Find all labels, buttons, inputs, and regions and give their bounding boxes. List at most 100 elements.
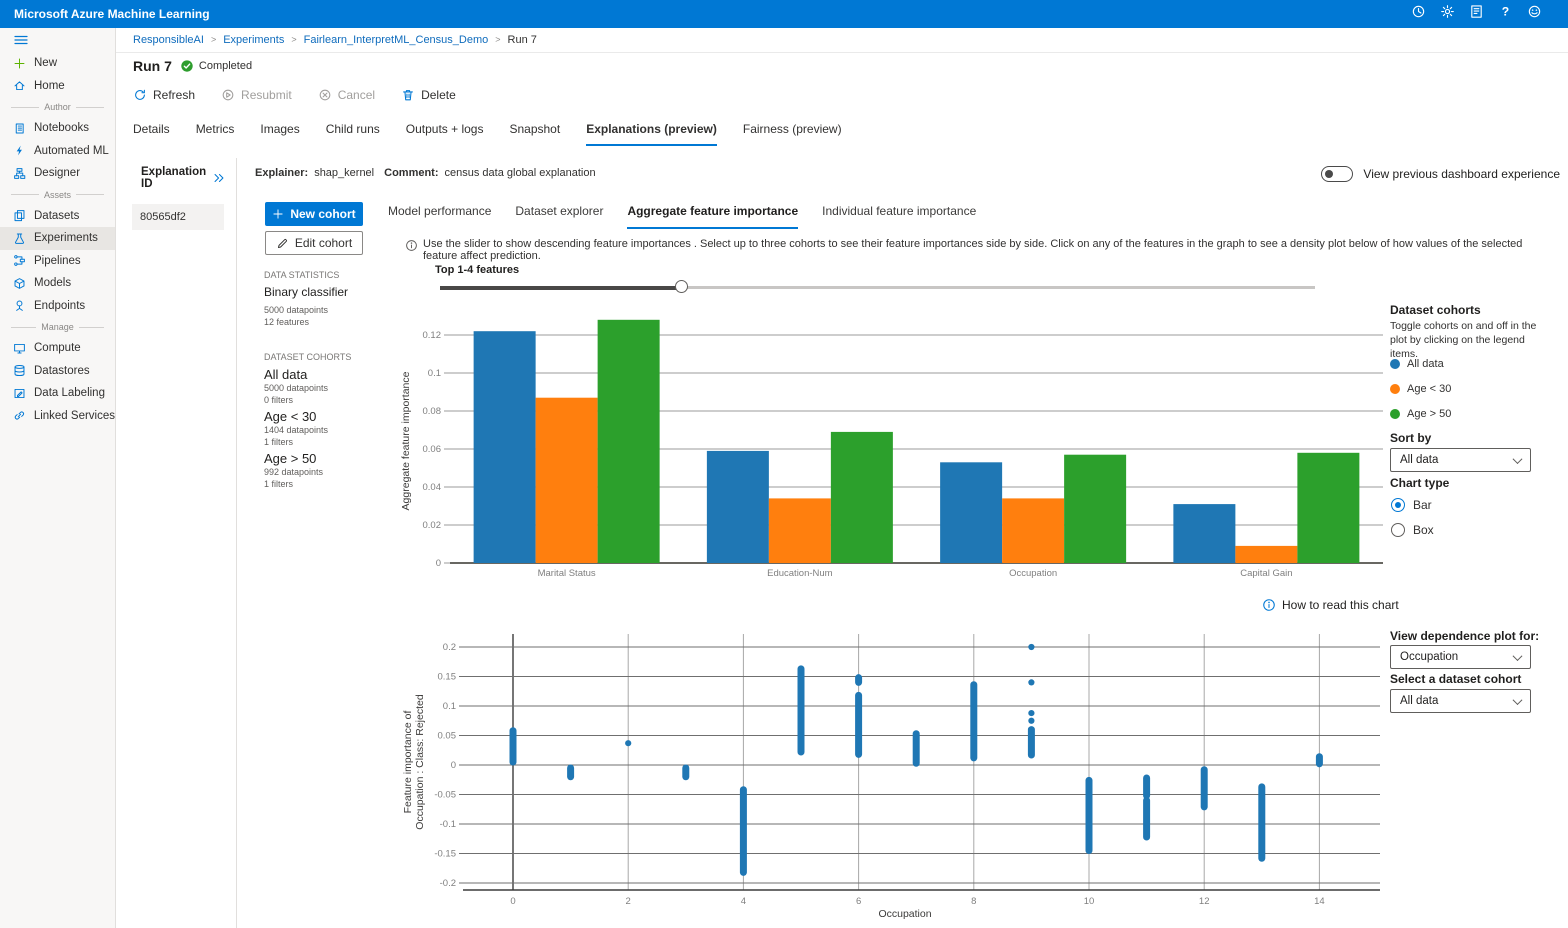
tab-snapshot[interactable]: Snapshot	[509, 122, 560, 146]
breadcrumb-item-experiments[interactable]: Experiments	[223, 34, 284, 46]
info-icon	[1262, 598, 1276, 612]
designer-icon	[13, 167, 26, 180]
dependence-cohort-dropdown[interactable]: All data	[1390, 689, 1531, 713]
bar-occupation-all-data[interactable]	[940, 462, 1002, 563]
breadcrumb-separator: >	[211, 35, 216, 45]
explanation-id-item[interactable]: 80565df2	[132, 204, 224, 230]
tab-explanations-preview[interactable]: Explanations (preview)	[586, 122, 717, 146]
help-icon[interactable]: ?	[1498, 4, 1513, 24]
datapoints-count: 5000 datapoints	[264, 304, 394, 316]
bar-education-num-age-30[interactable]	[769, 498, 831, 563]
sidebar-item-notebooks[interactable]: Notebooks	[0, 117, 115, 140]
sidebar-section-author: Author	[0, 97, 115, 117]
legend-item-age-30[interactable]: Age < 30	[1390, 376, 1451, 401]
tab-images[interactable]: Images	[260, 122, 299, 146]
sidebar-item-compute[interactable]: Compute	[0, 337, 115, 360]
dependence-feature-dropdown[interactable]: Occupation	[1390, 645, 1531, 669]
bar-capital-gain-age-30[interactable]	[1235, 546, 1297, 563]
tab-fairness-preview[interactable]: Fairness (preview)	[743, 122, 842, 146]
legend-item-all-data[interactable]: All data	[1390, 351, 1451, 376]
bar-education-num-age-50[interactable]	[831, 432, 893, 563]
cohort-name: Age > 50	[264, 451, 394, 466]
cohort-entry: Age > 50 992 datapoints 1 filters	[264, 451, 394, 490]
new-cohort-button[interactable]: New cohort	[265, 202, 363, 226]
previous-dashboard-toggle[interactable]	[1321, 166, 1353, 182]
datastores-icon	[13, 364, 26, 377]
sidebar-item-label: Endpoints	[34, 300, 85, 312]
svg-text:Education-Num: Education-Num	[767, 568, 833, 579]
info-icon	[405, 239, 418, 252]
chart-type-box-radio[interactable]: Box	[1391, 523, 1434, 537]
svg-text:Aggregate feature importance: Aggregate feature importance	[400, 371, 412, 510]
aggregate-importance-bar-chart[interactable]: 00.020.040.060.080.10.12Marital StatusEd…	[393, 306, 1393, 582]
sidebar-item-label: Pipelines	[34, 255, 81, 267]
hamburger-menu-icon[interactable]	[0, 28, 115, 52]
tab-child-runs[interactable]: Child runs	[326, 122, 380, 146]
bar-capital-gain-age-50[interactable]	[1297, 453, 1359, 563]
page-title: Run 7	[133, 58, 172, 74]
bar-capital-gain-all-data[interactable]	[1173, 504, 1235, 563]
cohort-legend: All data Age < 30 Age > 50	[1390, 351, 1451, 426]
sidebar-item-experiments[interactable]: Experiments	[0, 227, 115, 250]
how-to-read-link[interactable]: How to read this chart	[1262, 598, 1399, 612]
refresh-button[interactable]: Refresh	[133, 88, 195, 102]
sidebar-section-assets: Assets	[0, 185, 115, 205]
delete-button[interactable]: Delete	[401, 88, 456, 102]
svg-text:8: 8	[971, 896, 976, 907]
menu-icon	[13, 32, 29, 48]
sidebar-item-label: Linked Services	[34, 410, 115, 422]
svg-text:0.1: 0.1	[443, 701, 456, 712]
tab-dataset-explorer[interactable]: Dataset explorer	[515, 204, 603, 229]
sidebar-item-models[interactable]: Models	[0, 272, 115, 295]
dependence-scatter-plot[interactable]: 024681012140.20.150.10.050-0.05-0.1-0.15…	[393, 622, 1393, 924]
slider-handle[interactable]	[675, 280, 688, 293]
top-features-slider[interactable]	[440, 280, 1315, 294]
sidebar-item-datastores[interactable]: Datastores	[0, 360, 115, 383]
sidebar-item-home[interactable]: Home	[0, 75, 115, 98]
tab-model-performance[interactable]: Model performance	[388, 204, 491, 229]
sidebar-item-linked-services[interactable]: Linked Services	[0, 405, 115, 428]
sidebar-item-automated-ml[interactable]: Automated ML	[0, 140, 115, 163]
sidebar-item-datasets[interactable]: Datasets	[0, 205, 115, 228]
tab-metrics[interactable]: Metrics	[196, 122, 235, 146]
sidebar-item-label: Models	[34, 277, 71, 289]
double-chevron-right-icon[interactable]	[212, 171, 226, 185]
scatter-dot-x9	[1028, 718, 1034, 724]
cohort-filters: 1 filters	[264, 478, 394, 490]
legend-item-age-50[interactable]: Age > 50	[1390, 401, 1451, 426]
tab-outputs-logs[interactable]: Outputs + logs	[406, 122, 484, 146]
bar-occupation-age-30[interactable]	[1002, 498, 1064, 563]
tab-individual-feature-importance[interactable]: Individual feature importance	[822, 204, 976, 229]
sidebar-item-endpoints[interactable]: Endpoints	[0, 295, 115, 318]
run-tabs: Details Metrics Images Child runs Outputs + …	[133, 122, 842, 146]
breadcrumb-item-responsibleai[interactable]: ResponsibleAI	[133, 34, 204, 46]
smiley-icon[interactable]	[1527, 4, 1542, 24]
dependence-cohort-value: All data	[1400, 695, 1438, 707]
breadcrumb-item-fairlearn-interpretml-census-demo[interactable]: Fairlearn_InterpretML_Census_Demo	[304, 34, 489, 46]
sidebar-item-designer[interactable]: Designer	[0, 162, 115, 185]
feedback-icon[interactable]	[1469, 4, 1484, 24]
gear-icon[interactable]	[1440, 4, 1455, 24]
bar-marital-status-all-data[interactable]	[474, 331, 536, 563]
bar-education-num-all-data[interactable]	[707, 451, 769, 563]
edit-cohort-button[interactable]: Edit cohort	[265, 231, 363, 255]
dashboard-tabs: Model performance Dataset explorer Aggrega…	[388, 204, 976, 229]
scatter-dot-x9	[1028, 710, 1034, 716]
sort-by-dropdown[interactable]: All data	[1390, 448, 1531, 472]
sidebar-item-new[interactable]: New	[0, 52, 115, 75]
explanation-panel-title: Explanation ID	[141, 166, 212, 190]
bar-marital-status-age-30[interactable]	[536, 398, 598, 563]
sidebar-item-pipelines[interactable]: Pipelines	[0, 250, 115, 273]
delete-icon	[401, 88, 415, 102]
history-icon[interactable]	[1411, 4, 1426, 24]
sidebar-item-data-labeling[interactable]: Data Labeling	[0, 382, 115, 405]
comment-label: Comment:	[384, 167, 438, 179]
sidebar-section-manage: Manage	[0, 317, 115, 337]
chart-type-bar-radio[interactable]: Bar	[1391, 498, 1432, 512]
bar-marital-status-age-50[interactable]	[598, 320, 660, 563]
tab-details[interactable]: Details	[133, 122, 170, 146]
models-icon	[13, 277, 26, 290]
bar-occupation-age-50[interactable]	[1064, 455, 1126, 563]
tab-aggregate-feature-importance[interactable]: Aggregate feature importance	[627, 204, 798, 229]
gear-icon	[1440, 4, 1455, 19]
